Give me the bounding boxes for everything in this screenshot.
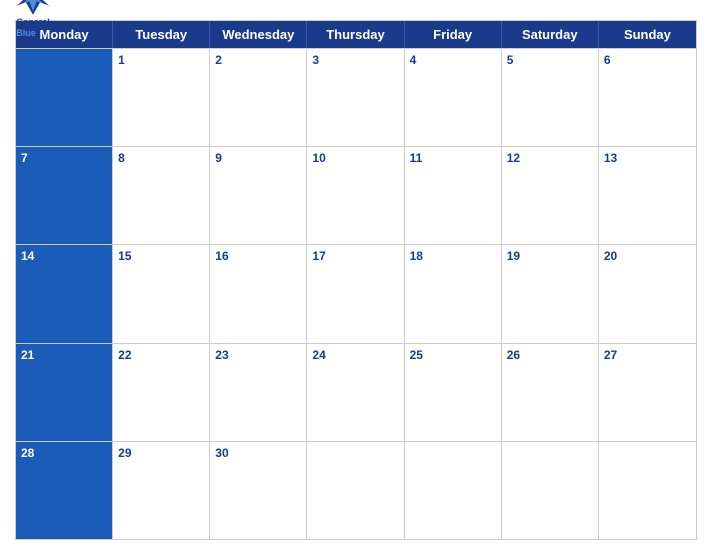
day-number: 17 [312,249,398,263]
day-cell-16: 16 [210,245,307,342]
day-cell-15: 15 [113,245,210,342]
day-number: 8 [118,151,204,165]
day-cell-24: 24 [307,344,404,441]
day-number: 20 [604,249,691,263]
day-number: 25 [410,348,496,362]
day-number: 22 [118,348,204,362]
day-number: 2 [215,53,301,67]
day-number: 14 [21,249,107,263]
day-number: 15 [118,249,204,263]
day-cell-25: 25 [405,344,502,441]
day-number: 26 [507,348,593,362]
day-name-friday: Friday [405,21,502,48]
day-number: 12 [507,151,593,165]
day-cell-26: 26 [502,344,599,441]
day-name-sunday: Sunday [599,21,696,48]
day-cell-20: 20 [599,245,696,342]
day-cell-28: 28 [16,442,113,539]
day-number: 10 [312,151,398,165]
calendar: MondayTuesdayWednesdayThursdayFridaySatu… [15,20,697,540]
day-number: 28 [21,446,107,460]
day-cell-8: 8 [113,147,210,244]
day-cell-empty [405,442,502,539]
day-cell-2: 2 [210,49,307,146]
day-number: 5 [507,53,593,67]
day-cell-empty [599,442,696,539]
day-number: 16 [215,249,301,263]
day-cell-17: 17 [307,245,404,342]
day-cell-3: 3 [307,49,404,146]
day-name-thursday: Thursday [307,21,404,48]
day-number: 11 [410,151,496,165]
day-cell-23: 23 [210,344,307,441]
logo: General Blue [15,0,51,39]
day-number: 4 [410,53,496,67]
logo-blue: Blue [16,28,36,38]
day-cell-29: 29 [113,442,210,539]
day-cell-14: 14 [16,245,113,342]
day-cell-6: 6 [599,49,696,146]
day-number: 3 [312,53,398,67]
week-row-2: 789 10 11 12 13 [16,146,696,244]
day-name-wednesday: Wednesday [210,21,307,48]
days-header: MondayTuesdayWednesdayThursdayFridaySatu… [16,21,696,48]
day-number: 6 [604,53,691,67]
day-cell-30: 30 [210,442,307,539]
calendar-body: 1234567891011121314151617181920212223242… [16,48,696,539]
day-number: 21 [21,348,107,362]
day-number: 19 [507,249,593,263]
day-cell-12: 12 [502,147,599,244]
day-cell-1: 1 [113,49,210,146]
day-cell-empty [307,442,404,539]
day-number: 30 [215,446,301,460]
week-row-3: 14 15 16 17 18 19 20 [16,244,696,342]
day-cell-19: 19 [502,245,599,342]
week-row-1: 123456 [16,48,696,146]
day-cell-5: 5 [502,49,599,146]
day-number: 27 [604,348,691,362]
day-cell-7: 7 [16,147,113,244]
day-cell-9: 9 [210,147,307,244]
day-number: 24 [312,348,398,362]
day-cell-11: 11 [405,147,502,244]
day-number: 1 [118,53,204,67]
day-cell-4: 4 [405,49,502,146]
day-number: 18 [410,249,496,263]
day-number: 23 [215,348,301,362]
day-number: 7 [21,151,107,165]
day-cell-18: 18 [405,245,502,342]
day-cell-21: 21 [16,344,113,441]
day-cell-empty [16,49,113,146]
day-cell-27: 27 [599,344,696,441]
logo-general: General [16,17,50,27]
day-name-tuesday: Tuesday [113,21,210,48]
day-name-saturday: Saturday [502,21,599,48]
day-cell-10: 10 [307,147,404,244]
calendar-header: General Blue [15,10,697,14]
day-number: 13 [604,151,691,165]
day-cell-empty [502,442,599,539]
day-cell-13: 13 [599,147,696,244]
week-row-5: 28 29 30 [16,441,696,539]
day-number: 29 [118,446,204,460]
day-cell-22: 22 [113,344,210,441]
day-number: 9 [215,151,301,165]
week-row-4: 21 22 23 24 25 26 27 [16,343,696,441]
